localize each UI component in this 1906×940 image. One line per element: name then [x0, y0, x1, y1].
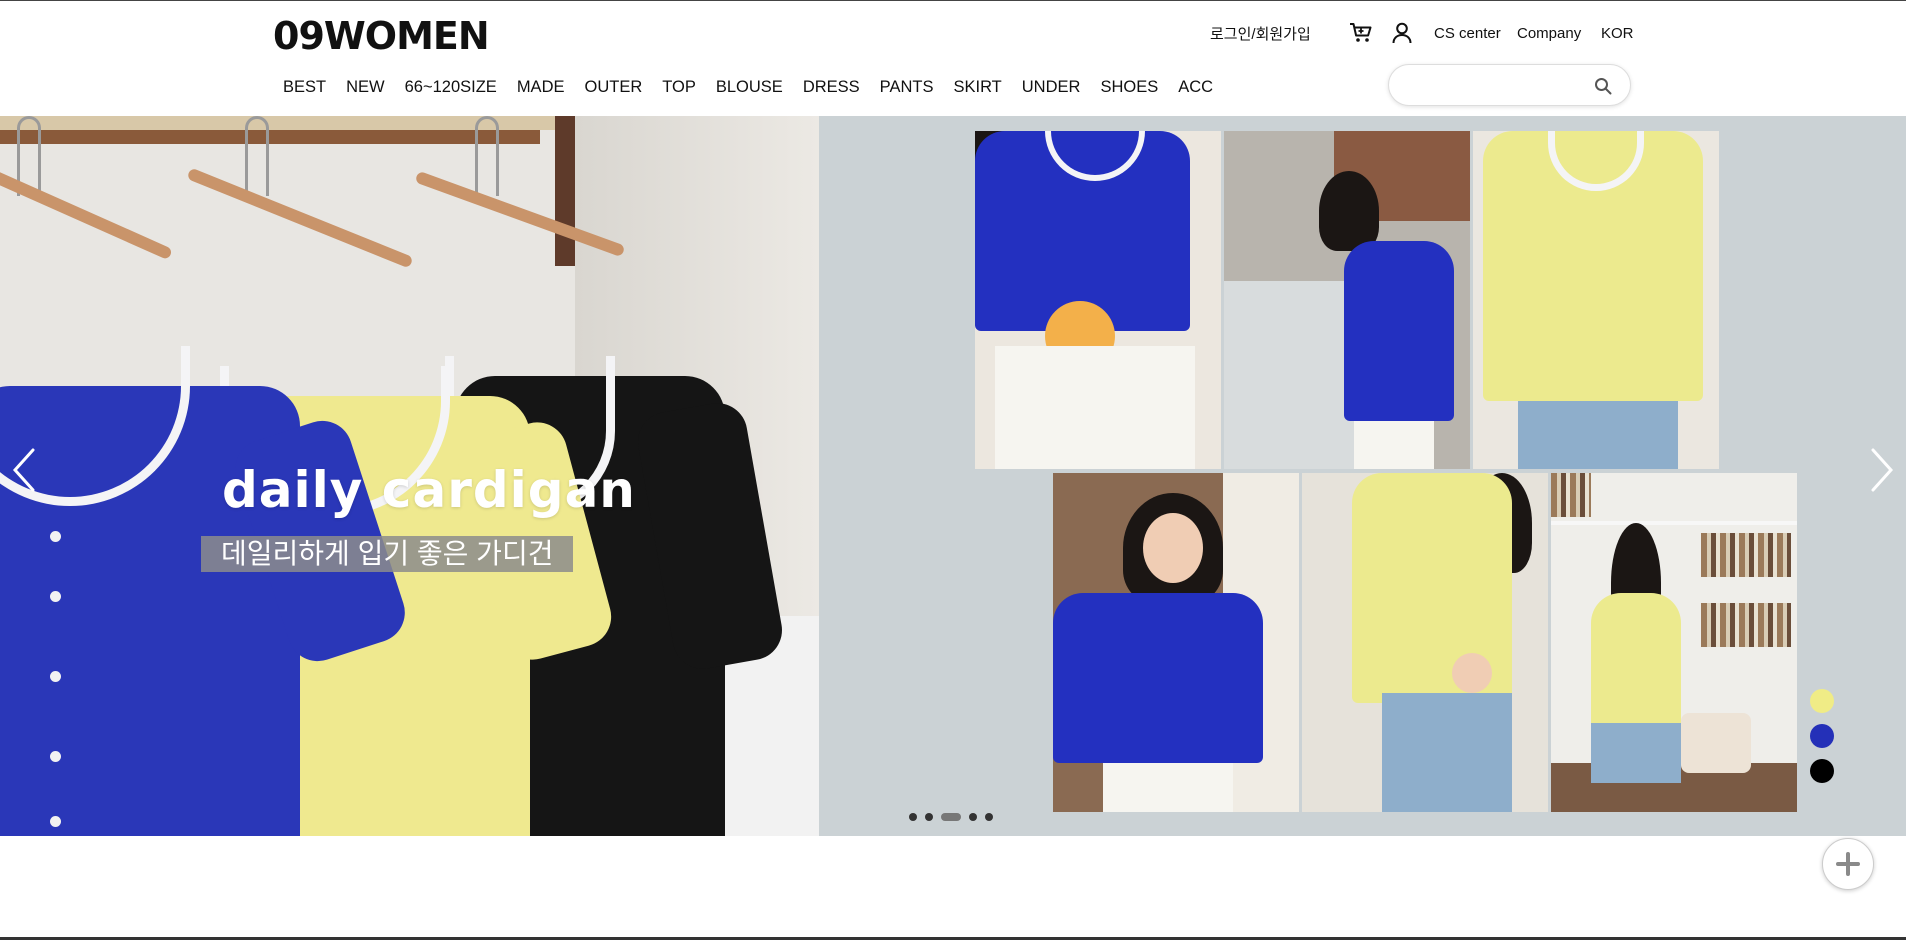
nav-item-best[interactable]: BEST [273, 75, 336, 99]
plus-icon [1836, 852, 1860, 876]
nav-item-top[interactable]: TOP [652, 75, 706, 99]
cart-button[interactable] [1348, 21, 1374, 45]
collage-photo-yellow-front [1473, 131, 1719, 469]
nav-item-pants[interactable]: PANTS [870, 75, 944, 99]
user-icon [1392, 22, 1412, 44]
nav-item-skirt[interactable]: SKIRT [943, 75, 1011, 99]
slider-dot-5[interactable] [985, 813, 993, 821]
chevron-left-icon [12, 448, 35, 492]
color-swatch-black [1810, 759, 1834, 783]
nav-item-blouse[interactable]: BLOUSE [706, 75, 793, 99]
my-account-button[interactable] [1390, 21, 1414, 45]
cs-center-label: CS center [1434, 24, 1501, 42]
banner-subline: 데일리하게 입기 좋은 가디건 [201, 536, 574, 572]
nav-item-66-120size[interactable]: 66~120SIZE [395, 75, 507, 99]
slider-dot-3[interactable] [941, 813, 961, 821]
language-selector[interactable]: KOR [1601, 21, 1634, 45]
color-swatch-blue [1810, 724, 1834, 748]
collage-photo-blue-selfie [1053, 473, 1299, 812]
main-banner-slider[interactable]: daily cardigan 데일리하게 입기 좋은 가디건 [0, 116, 1906, 836]
slider-dot-1[interactable] [909, 813, 917, 821]
login-signup-label: 로그인/회원가입 [1210, 25, 1311, 43]
nav-item-new[interactable]: NEW [336, 75, 395, 99]
floating-plus-button[interactable] [1822, 838, 1874, 890]
login-signup-link[interactable]: 로그인/회원가입 [1210, 21, 1311, 45]
company-label: Company [1517, 24, 1582, 42]
banner-photo-hangers: daily cardigan 데일리하게 입기 좋은 가디건 [0, 116, 819, 836]
chevron-right-icon [1871, 448, 1894, 492]
collage-photo-blue-drink [975, 131, 1221, 469]
nav-item-acc[interactable]: ACC [1168, 75, 1223, 99]
site-header: 09WOMEN 로그인/회원가입 CS center Company KOR B… [0, 0, 1906, 116]
site-logo[interactable]: 09WOMEN [273, 15, 490, 57]
nav-item-outer[interactable]: OUTER [574, 75, 652, 99]
slider-dot-2[interactable] [925, 813, 933, 821]
nav-item-dress[interactable]: DRESS [793, 75, 870, 99]
search-box [1388, 64, 1631, 106]
main-nav: BEST NEW 66~120SIZE MADE OUTER TOP BLOUS… [273, 75, 1223, 99]
banner-headline: daily cardigan [222, 461, 636, 519]
slider-prev-button[interactable] [4, 440, 44, 500]
slider-pagination [909, 811, 993, 823]
cs-center-link[interactable]: CS center [1434, 21, 1501, 45]
search-button[interactable] [1592, 75, 1614, 97]
search-input[interactable] [1405, 73, 1585, 97]
blue-cardigan [0, 346, 413, 836]
collage-photo-yellow-bookshelf [1551, 473, 1797, 812]
company-link[interactable]: Company [1517, 21, 1581, 45]
slider-dot-4[interactable] [969, 813, 977, 821]
cart-icon [1350, 23, 1372, 42]
nav-item-under[interactable]: UNDER [1012, 75, 1091, 99]
slider-next-button[interactable] [1862, 440, 1902, 500]
collage-photo-yellow-side [1302, 473, 1548, 812]
language-label: KOR [1601, 24, 1634, 42]
nav-item-made[interactable]: MADE [507, 75, 575, 99]
search-icon [1595, 78, 1612, 95]
color-swatch-yellow [1810, 689, 1834, 713]
collage-photo-blue-cafe [1224, 131, 1470, 469]
nav-item-shoes[interactable]: SHOES [1090, 75, 1168, 99]
